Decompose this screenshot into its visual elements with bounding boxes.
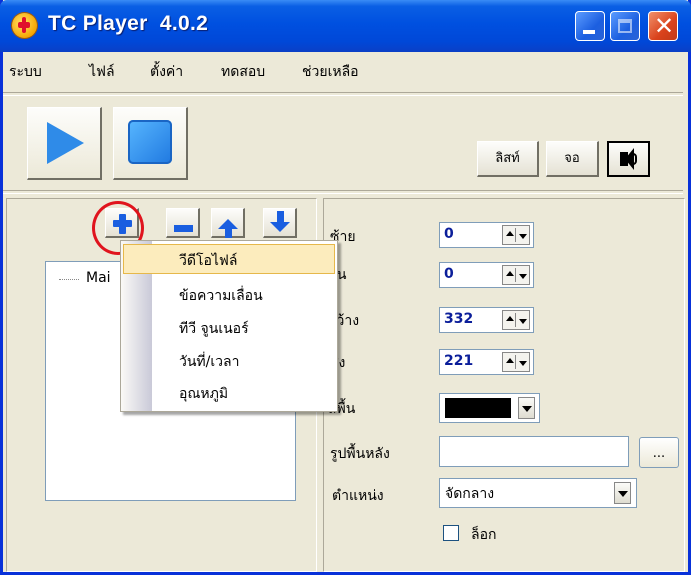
close-button[interactable]: ✕ [648,11,678,41]
bg-color-swatch [445,398,511,418]
spin-down-icon[interactable] [519,361,527,366]
tree-connector [59,279,79,280]
arrow-down-icon [270,222,290,232]
menu-item-scrolling-text[interactable]: ข้อความเลื่อน [123,279,335,309]
width-spin-control[interactable] [502,310,530,330]
bg-image-field[interactable] [439,436,629,467]
height-value[interactable]: 221 [444,353,473,369]
minimize-button[interactable] [575,11,605,41]
menu-settings[interactable]: ตั้งค่า [150,61,183,83]
stop-icon [128,120,172,164]
window-title: TC Player 4.0.2 [48,12,209,35]
browse-button[interactable]: ... [639,437,679,468]
top-spin-control[interactable] [502,265,530,285]
play-button[interactable] [27,107,102,180]
position-select[interactable]: จัดกลาง [439,478,637,508]
title-bar[interactable]: TC Player 4.0.2 ✕ [0,0,691,52]
top-spinner[interactable]: 0 [439,262,534,288]
app-logo-icon [12,13,37,38]
menu-system[interactable]: ระบบ [9,61,42,83]
remove-layer-button[interactable] [166,208,200,238]
position-dropdown-button[interactable] [614,482,631,504]
speaker-wave-icon [633,153,637,165]
height-spinner[interactable]: 221 [439,349,534,375]
screen-button[interactable]: จอ [546,141,599,177]
menu-item-date-time[interactable]: วันที่/เวลา [123,345,335,375]
left-spin-control[interactable] [502,225,530,245]
tree-root-node[interactable]: Mai [86,270,111,286]
lock-checkbox[interactable] [443,525,459,541]
top-value[interactable]: 0 [444,266,454,282]
position-value: จัดกลาง [445,486,495,502]
toolbar-bottom-divider [3,190,683,194]
stop-button[interactable] [113,107,188,180]
spin-up-icon[interactable] [506,316,514,321]
speaker-icon [620,148,634,170]
menu-test[interactable]: ทดสอบ [221,61,265,83]
properties-panel [323,198,685,572]
spin-up-icon[interactable] [506,231,514,236]
width-value[interactable]: 332 [444,311,473,327]
minus-icon [174,225,193,232]
play-icon [47,122,84,164]
maximize-icon [618,19,632,33]
list-button[interactable]: ลิสท์ [477,141,539,177]
minimize-icon [583,30,595,34]
spin-down-icon[interactable] [519,274,527,279]
bg-color-picker[interactable] [439,393,540,423]
position-label: ตำแหน่ง [332,488,384,504]
move-down-button[interactable] [263,208,297,238]
chevron-down-icon [618,491,628,497]
maximize-button[interactable] [610,11,640,41]
color-dropdown-button[interactable] [518,397,535,419]
close-icon: ✕ [653,12,675,40]
menu-item-temperature[interactable]: อุณหภูมิ [123,377,335,407]
spin-up-icon[interactable] [506,271,514,276]
menu-file[interactable]: ไฟล์ [89,61,115,83]
lock-label: ล็อก [471,527,497,543]
spin-down-icon[interactable] [519,234,527,239]
menu-bar: ระบบ ไฟล์ ตั้งค่า ทดสอบ ช่วยเหลือ [0,52,685,92]
menu-help[interactable]: ช่วยเหลือ [302,61,359,83]
left-value[interactable]: 0 [444,226,454,242]
menu-item-video-file[interactable]: วีดีโอไฟล์ [123,244,335,274]
width-spinner[interactable]: 332 [439,307,534,333]
spin-down-icon[interactable] [519,319,527,324]
move-up-button[interactable] [211,208,245,238]
menu-item-tv-tuner[interactable]: ทีวี จูนเนอร์ [123,312,335,342]
left-spinner[interactable]: 0 [439,222,534,248]
spin-up-icon[interactable] [506,358,514,363]
volume-button[interactable] [607,141,650,177]
height-spin-control[interactable] [502,352,530,372]
add-context-menu: วีดีโอไฟล์ ข้อความเลื่อน ทีวี จูนเนอร์ ว… [120,240,338,412]
bg-image-label: รูปพื้นหลัง [330,446,390,462]
toolbar-divider [3,92,683,96]
chevron-down-icon [522,406,532,412]
